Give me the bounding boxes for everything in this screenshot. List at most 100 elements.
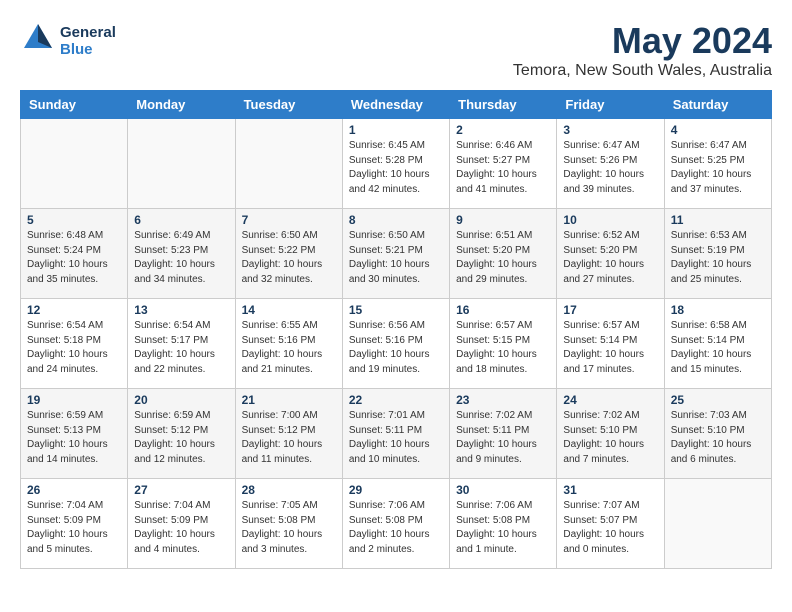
day-number: 13 — [134, 303, 228, 317]
day-number: 18 — [671, 303, 765, 317]
day-number: 25 — [671, 393, 765, 407]
calendar-day-cell: 19 Sunrise: 6:59 AMSunset: 5:13 PMDayligh… — [21, 389, 128, 479]
day-number: 24 — [563, 393, 657, 407]
calendar-day-cell: 8 Sunrise: 6:50 AMSunset: 5:21 PMDaylight… — [342, 209, 449, 299]
day-number: 11 — [671, 213, 765, 227]
calendar-day-cell: 4 Sunrise: 6:47 AMSunset: 5:25 PMDaylight… — [664, 119, 771, 209]
logo-line1: General — [60, 24, 116, 41]
calendar-week-row: 19 Sunrise: 6:59 AMSunset: 5:13 PMDayligh… — [21, 389, 772, 479]
day-number: 31 — [563, 483, 657, 497]
day-info: Sunrise: 7:06 AMSunset: 5:08 PMDaylight:… — [456, 499, 550, 557]
calendar-day-header: Friday — [557, 91, 664, 119]
calendar-header: SundayMondayTuesdayWednesdayThursdayFrid… — [21, 91, 772, 119]
calendar-day-cell — [235, 119, 342, 209]
day-number: 8 — [349, 213, 443, 227]
day-number: 19 — [27, 393, 121, 407]
day-info: Sunrise: 7:01 AMSunset: 5:11 PMDaylight:… — [349, 409, 443, 467]
day-number: 4 — [671, 123, 765, 137]
day-number: 27 — [134, 483, 228, 497]
day-info: Sunrise: 6:47 AMSunset: 5:25 PMDaylight:… — [671, 139, 765, 197]
calendar-day-cell: 5Sunrise: 6:48 AMSunset: 5:24 PMDaylight… — [21, 209, 128, 299]
calendar-day-cell — [128, 119, 235, 209]
calendar-week-row: 1Sunrise: 6:45 AMSunset: 5:28 PMDaylight… — [21, 119, 772, 209]
calendar-day-cell — [664, 479, 771, 569]
day-number: 6 — [134, 213, 228, 227]
calendar-day-cell: 2 Sunrise: 6:46 AMSunset: 5:27 PMDaylight… — [450, 119, 557, 209]
logo-line2: Blue — [60, 41, 116, 58]
calendar-day-cell: 31 Sunrise: 7:07 AMSunset: 5:07 PMDayligh… — [557, 479, 664, 569]
day-info: Sunrise: 6:50 AMSunset: 5:22 PMDaylight:… — [242, 229, 336, 287]
calendar-week-row: 26 Sunrise: 7:04 AMSunset: 5:09 PMDayligh… — [21, 479, 772, 569]
calendar-week-row: 5Sunrise: 6:48 AMSunset: 5:24 PMDaylight… — [21, 209, 772, 299]
day-number: 7 — [242, 213, 336, 227]
day-number: 22 — [349, 393, 443, 407]
calendar-day-header: Saturday — [664, 91, 771, 119]
calendar-day-cell: 23 Sunrise: 7:02 AMSunset: 5:11 PMDayligh… — [450, 389, 557, 479]
day-number: 28 — [242, 483, 336, 497]
day-info: Sunrise: 6:47 AMSunset: 5:26 PMDaylight:… — [563, 139, 657, 197]
day-info: Sunrise: 7:00 AMSunset: 5:12 PMDaylight:… — [242, 409, 336, 467]
calendar-day-cell: 7 Sunrise: 6:50 AMSunset: 5:22 PMDaylight… — [235, 209, 342, 299]
day-number: 16 — [456, 303, 550, 317]
calendar-day-cell: 27 Sunrise: 7:04 AMSunset: 5:09 PMDayligh… — [128, 479, 235, 569]
day-info: Sunrise: 6:56 AMSunset: 5:16 PMDaylight:… — [349, 319, 443, 377]
day-info: Sunrise: 6:55 AMSunset: 5:16 PMDaylight:… — [242, 319, 336, 377]
day-number: 21 — [242, 393, 336, 407]
day-info: Sunrise: 7:04 AMSunset: 5:09 PMDaylight:… — [27, 499, 121, 557]
day-number: 10 — [563, 213, 657, 227]
calendar-day-cell: 16 Sunrise: 6:57 AMSunset: 5:15 PMDayligh… — [450, 299, 557, 389]
day-number: 20 — [134, 393, 228, 407]
calendar-day-cell: 18Sunrise: 6:58 AMSunset: 5:14 PMDayligh… — [664, 299, 771, 389]
day-number: 17 — [563, 303, 657, 317]
calendar-day-cell: 13Sunrise: 6:54 AMSunset: 5:17 PMDayligh… — [128, 299, 235, 389]
calendar-day-cell: 28 Sunrise: 7:05 AMSunset: 5:08 PMDayligh… — [235, 479, 342, 569]
day-info: Sunrise: 6:51 AMSunset: 5:20 PMDaylight:… — [456, 229, 550, 287]
calendar-day-cell: 24Sunrise: 7:02 AMSunset: 5:10 PMDayligh… — [557, 389, 664, 479]
calendar-day-cell: 25 Sunrise: 7:03 AMSunset: 5:10 PMDayligh… — [664, 389, 771, 479]
calendar-day-cell: 14 Sunrise: 6:55 AMSunset: 5:16 PMDayligh… — [235, 299, 342, 389]
calendar-day-cell: 30 Sunrise: 7:06 AMSunset: 5:08 PMDayligh… — [450, 479, 557, 569]
logo: General Blue — [20, 20, 116, 61]
day-number: 29 — [349, 483, 443, 497]
day-info: Sunrise: 7:03 AMSunset: 5:10 PMDaylight:… — [671, 409, 765, 467]
calendar-day-cell: 20 Sunrise: 6:59 AMSunset: 5:12 PMDayligh… — [128, 389, 235, 479]
day-info: Sunrise: 7:07 AMSunset: 5:07 PMDaylight:… — [563, 499, 657, 557]
calendar-day-cell: 11 Sunrise: 6:53 AMSunset: 5:19 PMDayligh… — [664, 209, 771, 299]
calendar-day-cell: 15 Sunrise: 6:56 AMSunset: 5:16 PMDayligh… — [342, 299, 449, 389]
day-info: Sunrise: 7:04 AMSunset: 5:09 PMDaylight:… — [134, 499, 228, 557]
day-number: 30 — [456, 483, 550, 497]
day-number: 15 — [349, 303, 443, 317]
day-number: 14 — [242, 303, 336, 317]
calendar-day-cell: 1Sunrise: 6:45 AMSunset: 5:28 PMDaylight… — [342, 119, 449, 209]
calendar-day-header: Monday — [128, 91, 235, 119]
calendar-day-header: Tuesday — [235, 91, 342, 119]
day-info: Sunrise: 6:53 AMSunset: 5:19 PMDaylight:… — [671, 229, 765, 287]
day-info: Sunrise: 6:50 AMSunset: 5:21 PMDaylight:… — [349, 229, 443, 287]
day-number: 12 — [27, 303, 121, 317]
day-info: Sunrise: 7:05 AMSunset: 5:08 PMDaylight:… — [242, 499, 336, 557]
day-info: Sunrise: 6:49 AMSunset: 5:23 PMDaylight:… — [134, 229, 228, 287]
calendar-week-row: 12 Sunrise: 6:54 AMSunset: 5:18 PMDayligh… — [21, 299, 772, 389]
logo-icon — [20, 20, 56, 56]
calendar: SundayMondayTuesdayWednesdayThursdayFrid… — [20, 90, 772, 569]
day-info: Sunrise: 6:59 AMSunset: 5:12 PMDaylight:… — [134, 409, 228, 467]
day-info: Sunrise: 6:45 AMSunset: 5:28 PMDaylight:… — [349, 139, 443, 197]
day-number: 23 — [456, 393, 550, 407]
day-number: 3 — [563, 123, 657, 137]
day-number: 5 — [27, 213, 121, 227]
day-info: Sunrise: 7:02 AMSunset: 5:11 PMDaylight:… — [456, 409, 550, 467]
day-number: 26 — [27, 483, 121, 497]
calendar-day-header: Sunday — [21, 91, 128, 119]
day-number: 2 — [456, 123, 550, 137]
day-info: Sunrise: 6:57 AMSunset: 5:15 PMDaylight:… — [456, 319, 550, 377]
day-info: Sunrise: 6:46 AMSunset: 5:27 PMDaylight:… — [456, 139, 550, 197]
calendar-day-cell: 22 Sunrise: 7:01 AMSunset: 5:11 PMDayligh… — [342, 389, 449, 479]
day-info: Sunrise: 6:59 AMSunset: 5:13 PMDaylight:… — [27, 409, 121, 467]
day-number: 9 — [456, 213, 550, 227]
calendar-day-cell: 3 Sunrise: 6:47 AMSunset: 5:26 PMDaylight… — [557, 119, 664, 209]
title-block: May 2024 Temora, New South Wales, Austra… — [513, 20, 772, 80]
calendar-day-cell: 9 Sunrise: 6:51 AMSunset: 5:20 PMDaylight… — [450, 209, 557, 299]
day-info: Sunrise: 6:54 AMSunset: 5:18 PMDaylight:… — [27, 319, 121, 377]
day-info: Sunrise: 6:52 AMSunset: 5:20 PMDaylight:… — [563, 229, 657, 287]
calendar-day-cell: 26 Sunrise: 7:04 AMSunset: 5:09 PMDayligh… — [21, 479, 128, 569]
